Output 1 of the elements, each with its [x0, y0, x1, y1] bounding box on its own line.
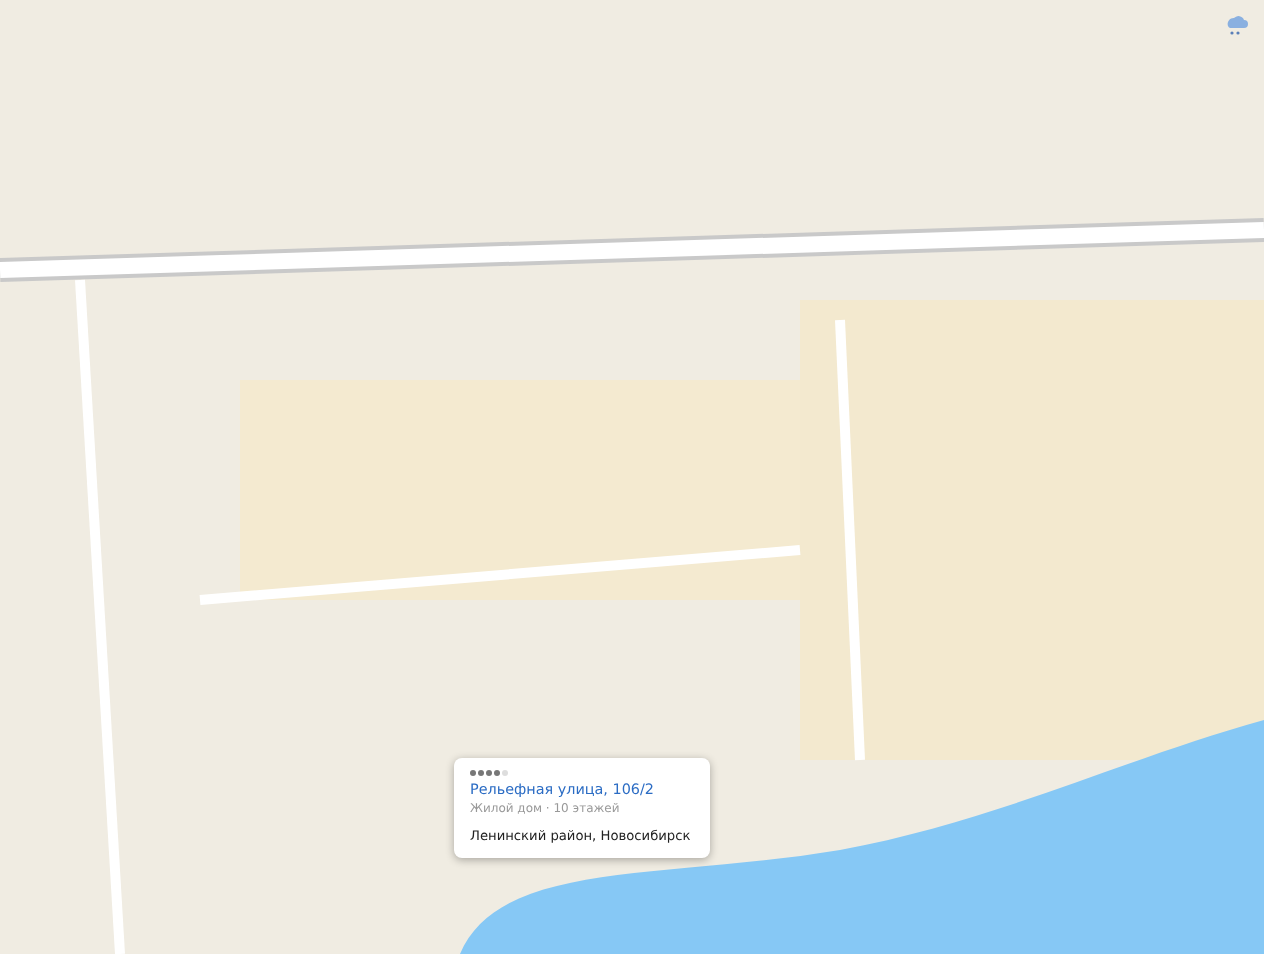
- weather-cloud-icon[interactable]: [1222, 12, 1250, 36]
